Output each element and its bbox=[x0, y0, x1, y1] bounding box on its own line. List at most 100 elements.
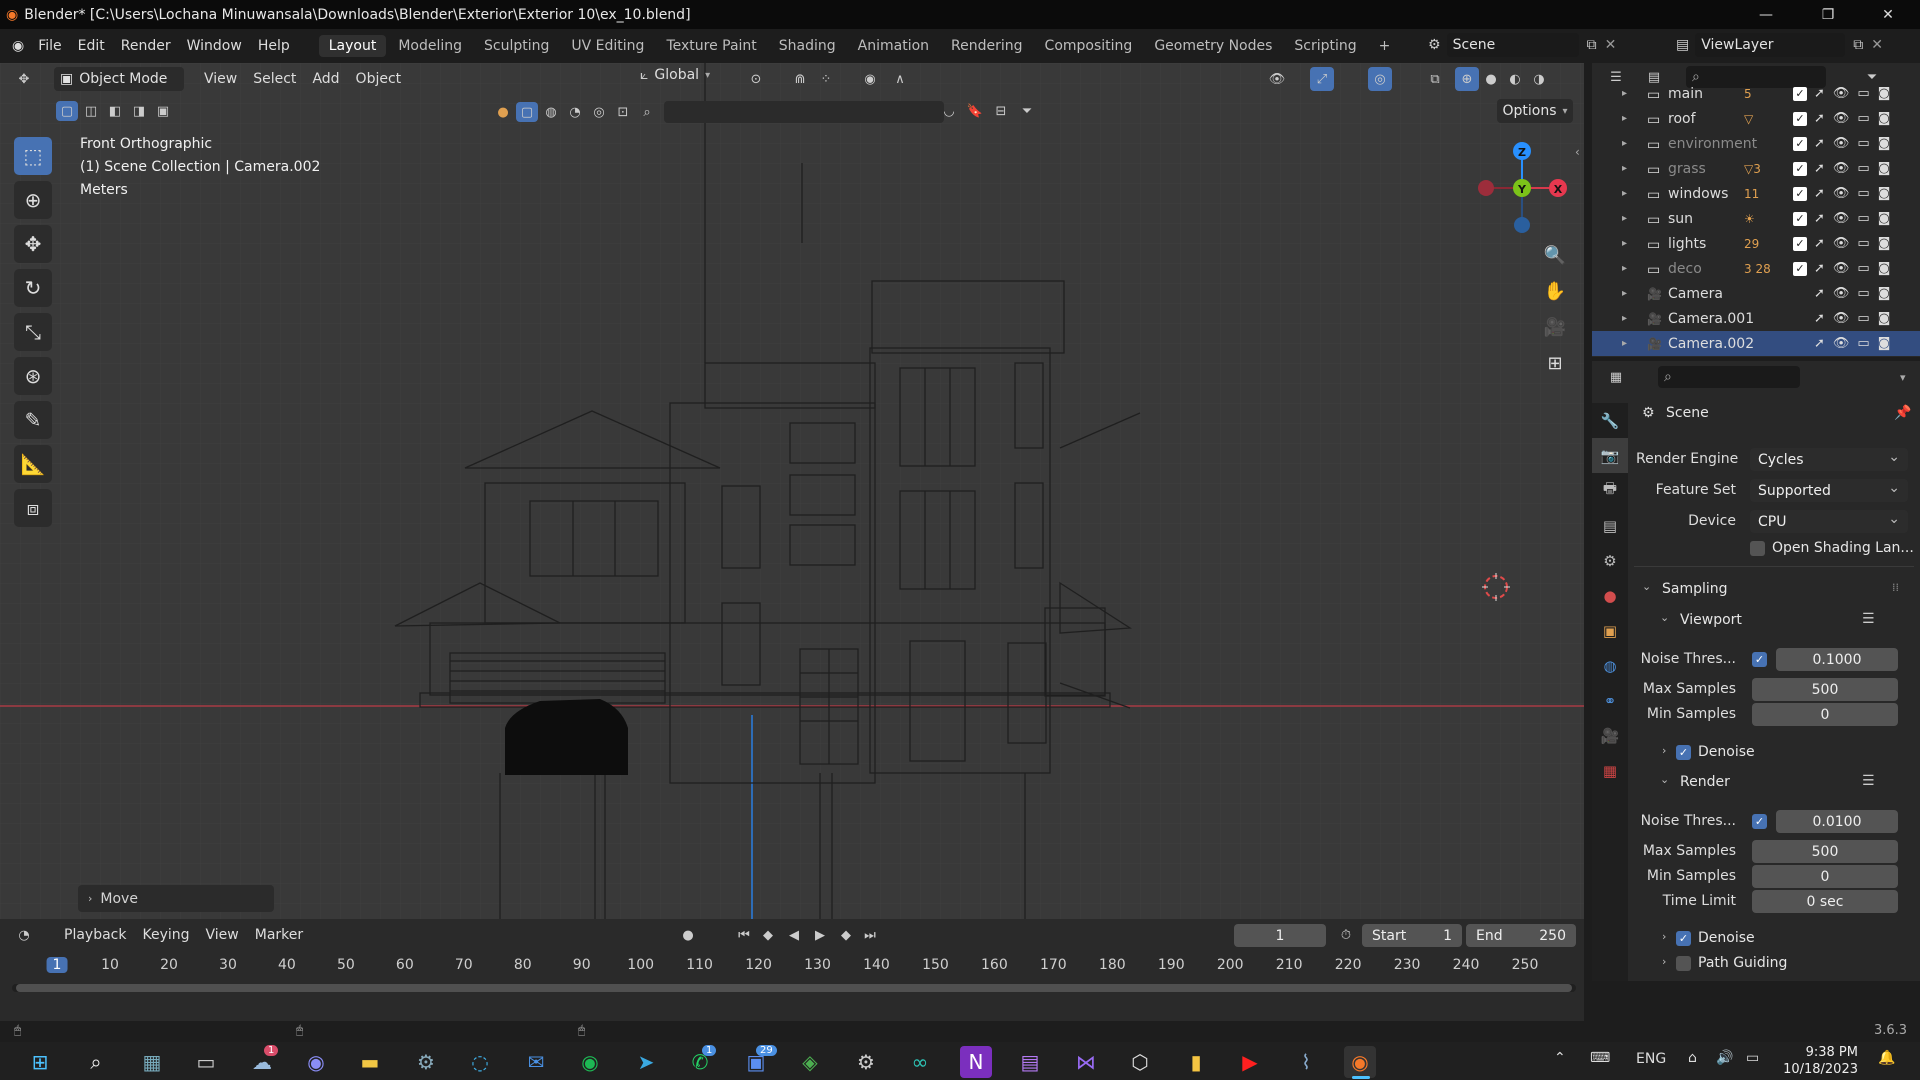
timeline-editor-icon[interactable]: ◔ bbox=[12, 923, 36, 947]
eye-icon[interactable]: 👁 bbox=[1833, 186, 1850, 201]
select-subtract-icon[interactable]: ◧ bbox=[104, 101, 126, 121]
viewport-subsection-title[interactable]: Viewport bbox=[1680, 612, 1742, 628]
expand-arrow-icon[interactable]: ▸ bbox=[1622, 238, 1627, 249]
new-scene-icon[interactable]: ⧉ bbox=[1587, 37, 1597, 53]
expand-arrow-icon[interactable]: ▸ bbox=[1622, 263, 1627, 274]
render-noise-field[interactable]: 0.0100 bbox=[1776, 810, 1898, 833]
outliner-item-roof[interactable]: ▸ ▭ roof ▽ ✓ ➚ 👁 ▭ ◙ bbox=[1592, 106, 1920, 131]
tab-modeling[interactable]: Modeling bbox=[388, 35, 472, 57]
last-operator-panel[interactable]: › Move bbox=[78, 885, 274, 912]
select-arrow-icon[interactable]: ➚ bbox=[1814, 86, 1825, 101]
camera-view-icon[interactable]: 🎥 bbox=[1539, 311, 1571, 343]
eye-icon[interactable]: 👁 bbox=[1833, 86, 1850, 101]
measure-icon[interactable]: 📐 bbox=[14, 445, 52, 483]
scrollbar-thumb[interactable] bbox=[16, 984, 1572, 992]
feature-set-dropdown[interactable]: Supported bbox=[1750, 479, 1908, 502]
select-arrow-icon[interactable]: ➚ bbox=[1814, 236, 1825, 251]
pin-icon[interactable]: 📌 bbox=[1894, 405, 1911, 421]
constraints-tab-icon[interactable]: ⚭ bbox=[1592, 683, 1628, 718]
stopwatch-icon[interactable]: ⏱ bbox=[1334, 923, 1358, 947]
expand-arrow-icon[interactable]: ▸ bbox=[1622, 113, 1627, 124]
properties-search-input[interactable]: ⌕ bbox=[1658, 366, 1800, 388]
outliner-item-windows[interactable]: ▸ ▭ windows 11 ✓ ➚ 👁 ▭ ◙ bbox=[1592, 181, 1920, 206]
monitor-icon[interactable]: ▭ bbox=[1857, 111, 1869, 126]
render-camera-icon[interactable]: ◙ bbox=[1878, 311, 1891, 326]
editor-type-icon[interactable]: ✥ bbox=[12, 67, 36, 91]
tab-compositing[interactable]: Compositing bbox=[1035, 35, 1143, 57]
monitor-icon[interactable]: ▭ bbox=[1857, 86, 1869, 101]
list-presets-icon[interactable]: ☰ bbox=[1862, 611, 1875, 627]
select-arrow-icon[interactable]: ➚ bbox=[1814, 111, 1825, 126]
monitor-icon[interactable]: ▭ bbox=[1857, 136, 1869, 151]
volume-icon[interactable]: 🔊 bbox=[1716, 1050, 1733, 1066]
color-icon[interactable]: ● bbox=[492, 102, 514, 122]
outliner-item-sun[interactable]: ▸ ▭ sun ☀ ✓ ➚ 👁 ▭ ◙ bbox=[1592, 206, 1920, 231]
shading-wireframe-icon[interactable]: ⊕ bbox=[1455, 67, 1479, 91]
file-explorer-icon[interactable]: ▬ bbox=[354, 1046, 386, 1078]
render-noise-checkbox[interactable]: ✓ bbox=[1752, 814, 1767, 829]
outliner-item-deco[interactable]: ▸ ▭ deco 3 28 ✓ ➚ 👁 ▭ ◙ bbox=[1592, 256, 1920, 281]
sticky-notes-icon[interactable]: ▮ bbox=[1180, 1046, 1212, 1078]
shading-material-icon[interactable]: ◐ bbox=[1503, 67, 1527, 91]
render-max-samples-field[interactable]: 500 bbox=[1752, 840, 1898, 863]
shading-solid-icon[interactable]: ● bbox=[1479, 67, 1503, 91]
select-invert-icon[interactable]: ◨ bbox=[128, 101, 150, 121]
menu-help[interactable]: Help bbox=[250, 38, 298, 54]
network-icon[interactable]: ⌂ bbox=[1688, 1050, 1697, 1066]
output-tab-icon[interactable]: 🖶 bbox=[1592, 473, 1628, 508]
select-arrow-icon[interactable]: ➚ bbox=[1814, 136, 1825, 151]
menu-keying[interactable]: Keying bbox=[134, 924, 197, 946]
move-icon[interactable]: ✥ bbox=[14, 225, 52, 263]
xray-toggle-icon[interactable]: ⧉ bbox=[1423, 67, 1447, 91]
select-intersect-icon[interactable]: ▣ bbox=[152, 101, 174, 121]
chevron-down-icon[interactable]: ⌄ bbox=[1660, 611, 1669, 624]
object-mode-dropdown[interactable]: ▣ Object Mode bbox=[54, 67, 184, 91]
physics-tab-icon[interactable]: ◍ bbox=[1592, 648, 1628, 683]
expand-arrow-icon[interactable]: ▸ bbox=[1622, 138, 1627, 149]
exclude-checkbox[interactable]: ✓ bbox=[1793, 86, 1807, 101]
select-arrow-icon[interactable]: ➚ bbox=[1814, 286, 1825, 301]
language-indicator[interactable]: ENG bbox=[1636, 1051, 1666, 1067]
properties-editor-icon[interactable]: ▦ bbox=[1604, 365, 1628, 389]
xbox-icon[interactable]: ◈ bbox=[794, 1046, 826, 1078]
timeline-scrollbar[interactable] bbox=[12, 984, 1576, 992]
unity-icon[interactable]: ⬡ bbox=[1124, 1046, 1156, 1078]
menu-marker[interactable]: Marker bbox=[247, 924, 311, 946]
notifications-icon[interactable]: 🔔 bbox=[1878, 1050, 1895, 1066]
transform-icon[interactable]: ⊛ bbox=[14, 357, 52, 395]
add-workspace-button[interactable]: + bbox=[1369, 35, 1401, 57]
viewport-min-samples-field[interactable]: 0 bbox=[1752, 703, 1898, 726]
proportional-edit-icon[interactable]: ◉ bbox=[858, 67, 882, 91]
next-keyframe-icon[interactable]: ◆ bbox=[834, 923, 858, 947]
bookmark-icon[interactable]: 🔖 bbox=[964, 101, 986, 121]
snap-target-icon[interactable]: ⁘ bbox=[814, 67, 838, 91]
exclude-checkbox[interactable]: ✓ bbox=[1793, 261, 1807, 276]
world-icon[interactable]: ⊡ bbox=[612, 102, 634, 122]
clock-date[interactable]: 10/18/2023 bbox=[1776, 1062, 1858, 1077]
viewport-noise-checkbox[interactable]: ✓ bbox=[1752, 652, 1767, 667]
scene-selector[interactable]: ⚙ Scene ⧉ ✕ bbox=[1428, 33, 1616, 57]
transform-orientation[interactable]: ⟀ Global ▾ bbox=[640, 67, 710, 83]
outliner-item-grass[interactable]: ▸ ▭ grass ▽3 ✓ ➚ 👁 ▭ ◙ bbox=[1592, 156, 1920, 181]
new-view-layer-icon[interactable]: ⧉ bbox=[1853, 37, 1863, 53]
outliner-item-camera[interactable]: ▸ 🎥 Camera ➚ 👁 ▭ ◙ bbox=[1592, 281, 1920, 306]
clipchamp-icon[interactable]: ▤ bbox=[1014, 1046, 1046, 1078]
monitor-icon[interactable]: ▭ bbox=[1857, 186, 1869, 201]
list-presets-icon[interactable]: ☰ bbox=[1862, 773, 1875, 789]
blender-menu-icon[interactable]: ◉ bbox=[12, 38, 24, 54]
close-button[interactable]: ✕ bbox=[1866, 0, 1910, 29]
eye-icon[interactable]: 👁 bbox=[1833, 136, 1850, 151]
render-camera-icon[interactable]: ◙ bbox=[1878, 86, 1891, 101]
select-box-icon[interactable]: ⬚ bbox=[14, 137, 52, 175]
monitor-icon[interactable]: ▭ bbox=[1857, 336, 1869, 351]
outliner-item-lights[interactable]: ▸ ▭ lights 29 ✓ ➚ 👁 ▭ ◙ bbox=[1592, 231, 1920, 256]
widgets-icon[interactable]: ▦ bbox=[136, 1046, 168, 1078]
render-engine-dropdown[interactable]: Cycles bbox=[1750, 448, 1908, 471]
eye-icon[interactable]: 👁 bbox=[1833, 161, 1850, 176]
viewport-denoise-checkbox[interactable]: ✓ bbox=[1676, 745, 1691, 760]
select-arrow-icon[interactable]: ➚ bbox=[1814, 336, 1825, 351]
current-frame-field[interactable]: 1 bbox=[1234, 924, 1326, 947]
falloff-icon[interactable]: ∧ bbox=[888, 67, 912, 91]
menu-select[interactable]: Select bbox=[245, 68, 304, 90]
expand-arrow-icon[interactable]: ▸ bbox=[1622, 213, 1627, 224]
